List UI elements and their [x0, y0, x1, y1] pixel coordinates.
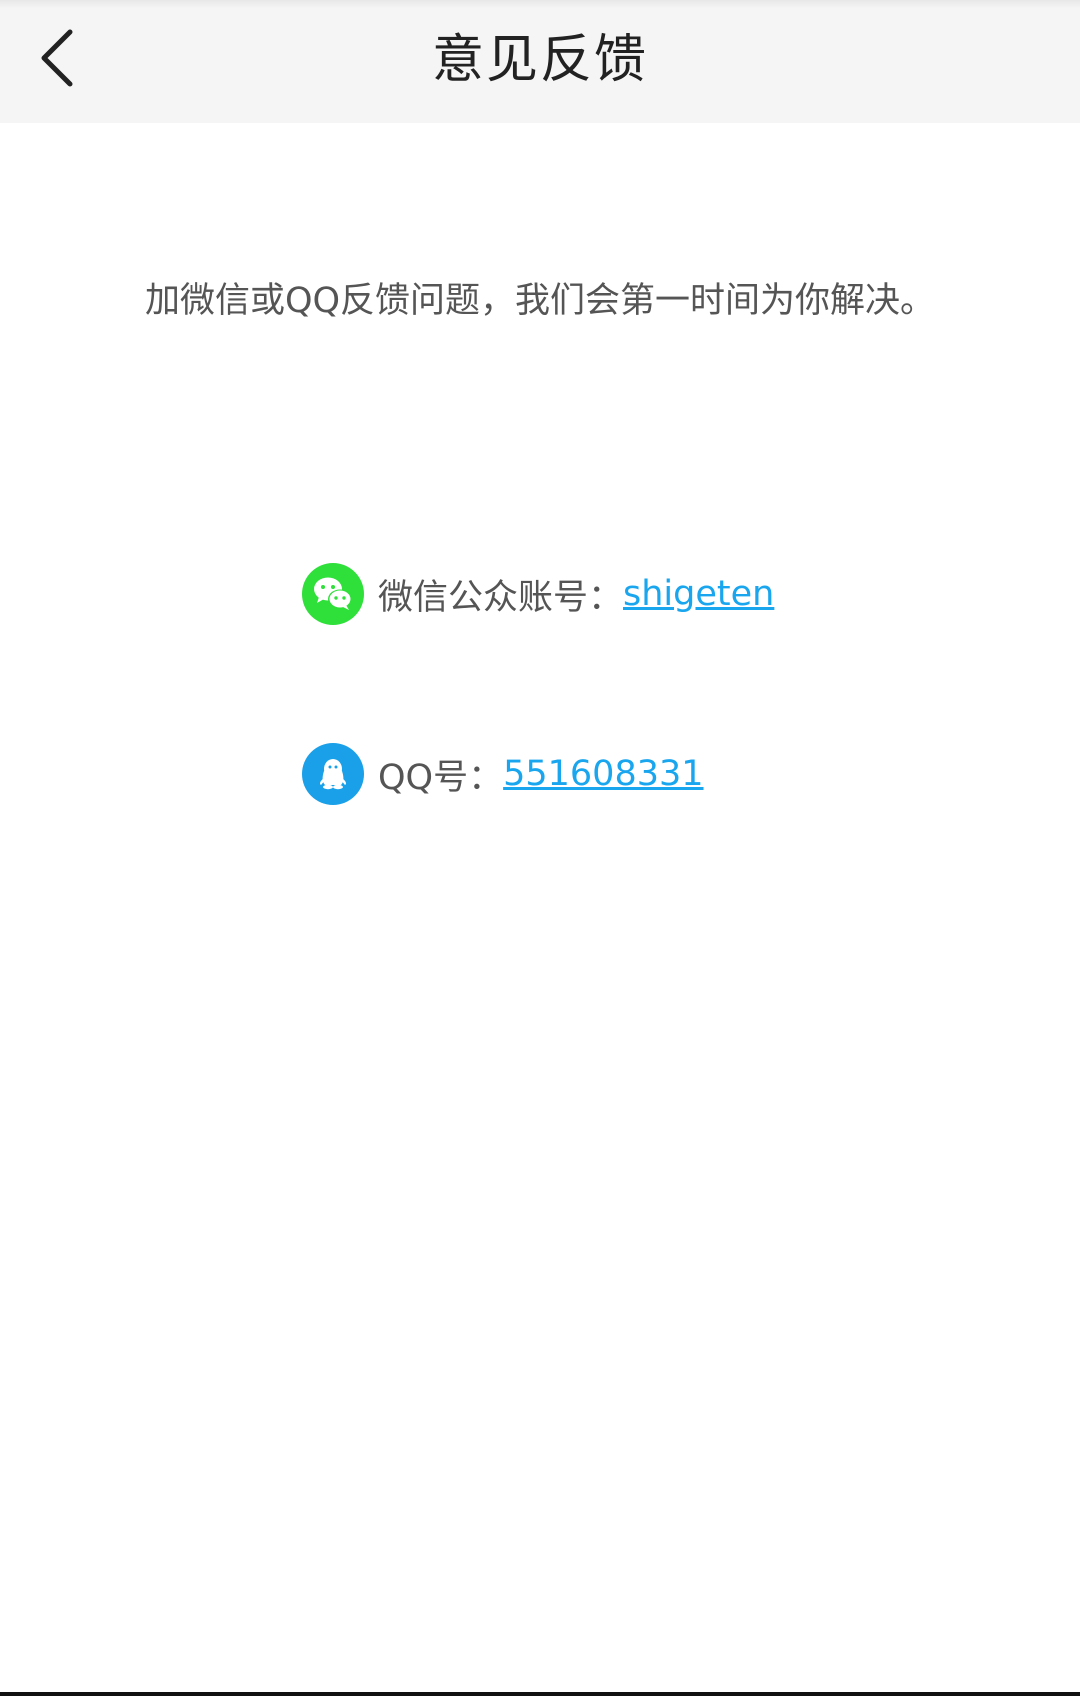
- qq-icon: [302, 743, 364, 805]
- wechat-account-link[interactable]: shigeten: [623, 574, 774, 614]
- page-title: 意见反馈: [431, 30, 648, 90]
- qq-number-link[interactable]: 551608331: [503, 754, 703, 794]
- qq-label: QQ号：: [378, 757, 504, 798]
- bottom-divider: [0, 1692, 1080, 1696]
- qq-contact-row: QQ号： 551608331: [302, 743, 704, 805]
- wechat-contact-row: 微信公众账号： shigeten: [302, 563, 774, 625]
- wechat-label: 微信公众账号：: [378, 577, 624, 618]
- app-bar: 意见反馈: [0, 0, 1080, 123]
- wechat-icon: [302, 563, 364, 625]
- feedback-intro-text: 加微信或QQ反馈问题，我们会第一时间为你解决。: [144, 281, 936, 321]
